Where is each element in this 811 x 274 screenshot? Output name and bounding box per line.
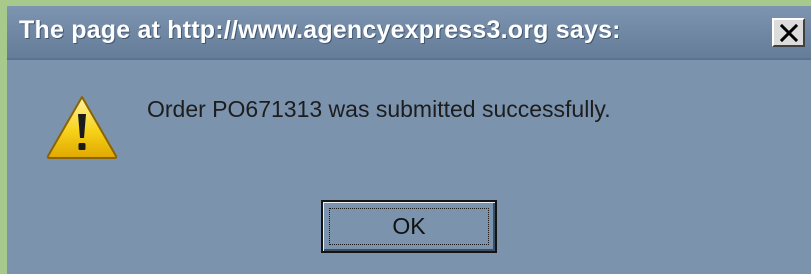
dialog-titlebar[interactable]: The page at http://www.agencyexpress3.or… <box>7 6 811 60</box>
warning-icon <box>46 96 118 159</box>
close-icon <box>780 24 798 42</box>
dialog-body: Order PO671313 was submitted successfull… <box>7 60 811 274</box>
close-button[interactable] <box>772 18 805 47</box>
ok-button[interactable]: OK <box>321 200 497 253</box>
dialog-title: The page at http://www.agencyexpress3.or… <box>19 16 621 44</box>
dialog-message: Order PO671313 was submitted successfull… <box>147 96 611 122</box>
ok-button-label: OK <box>392 213 426 239</box>
alert-dialog: The page at http://www.agencyexpress3.or… <box>0 0 811 274</box>
